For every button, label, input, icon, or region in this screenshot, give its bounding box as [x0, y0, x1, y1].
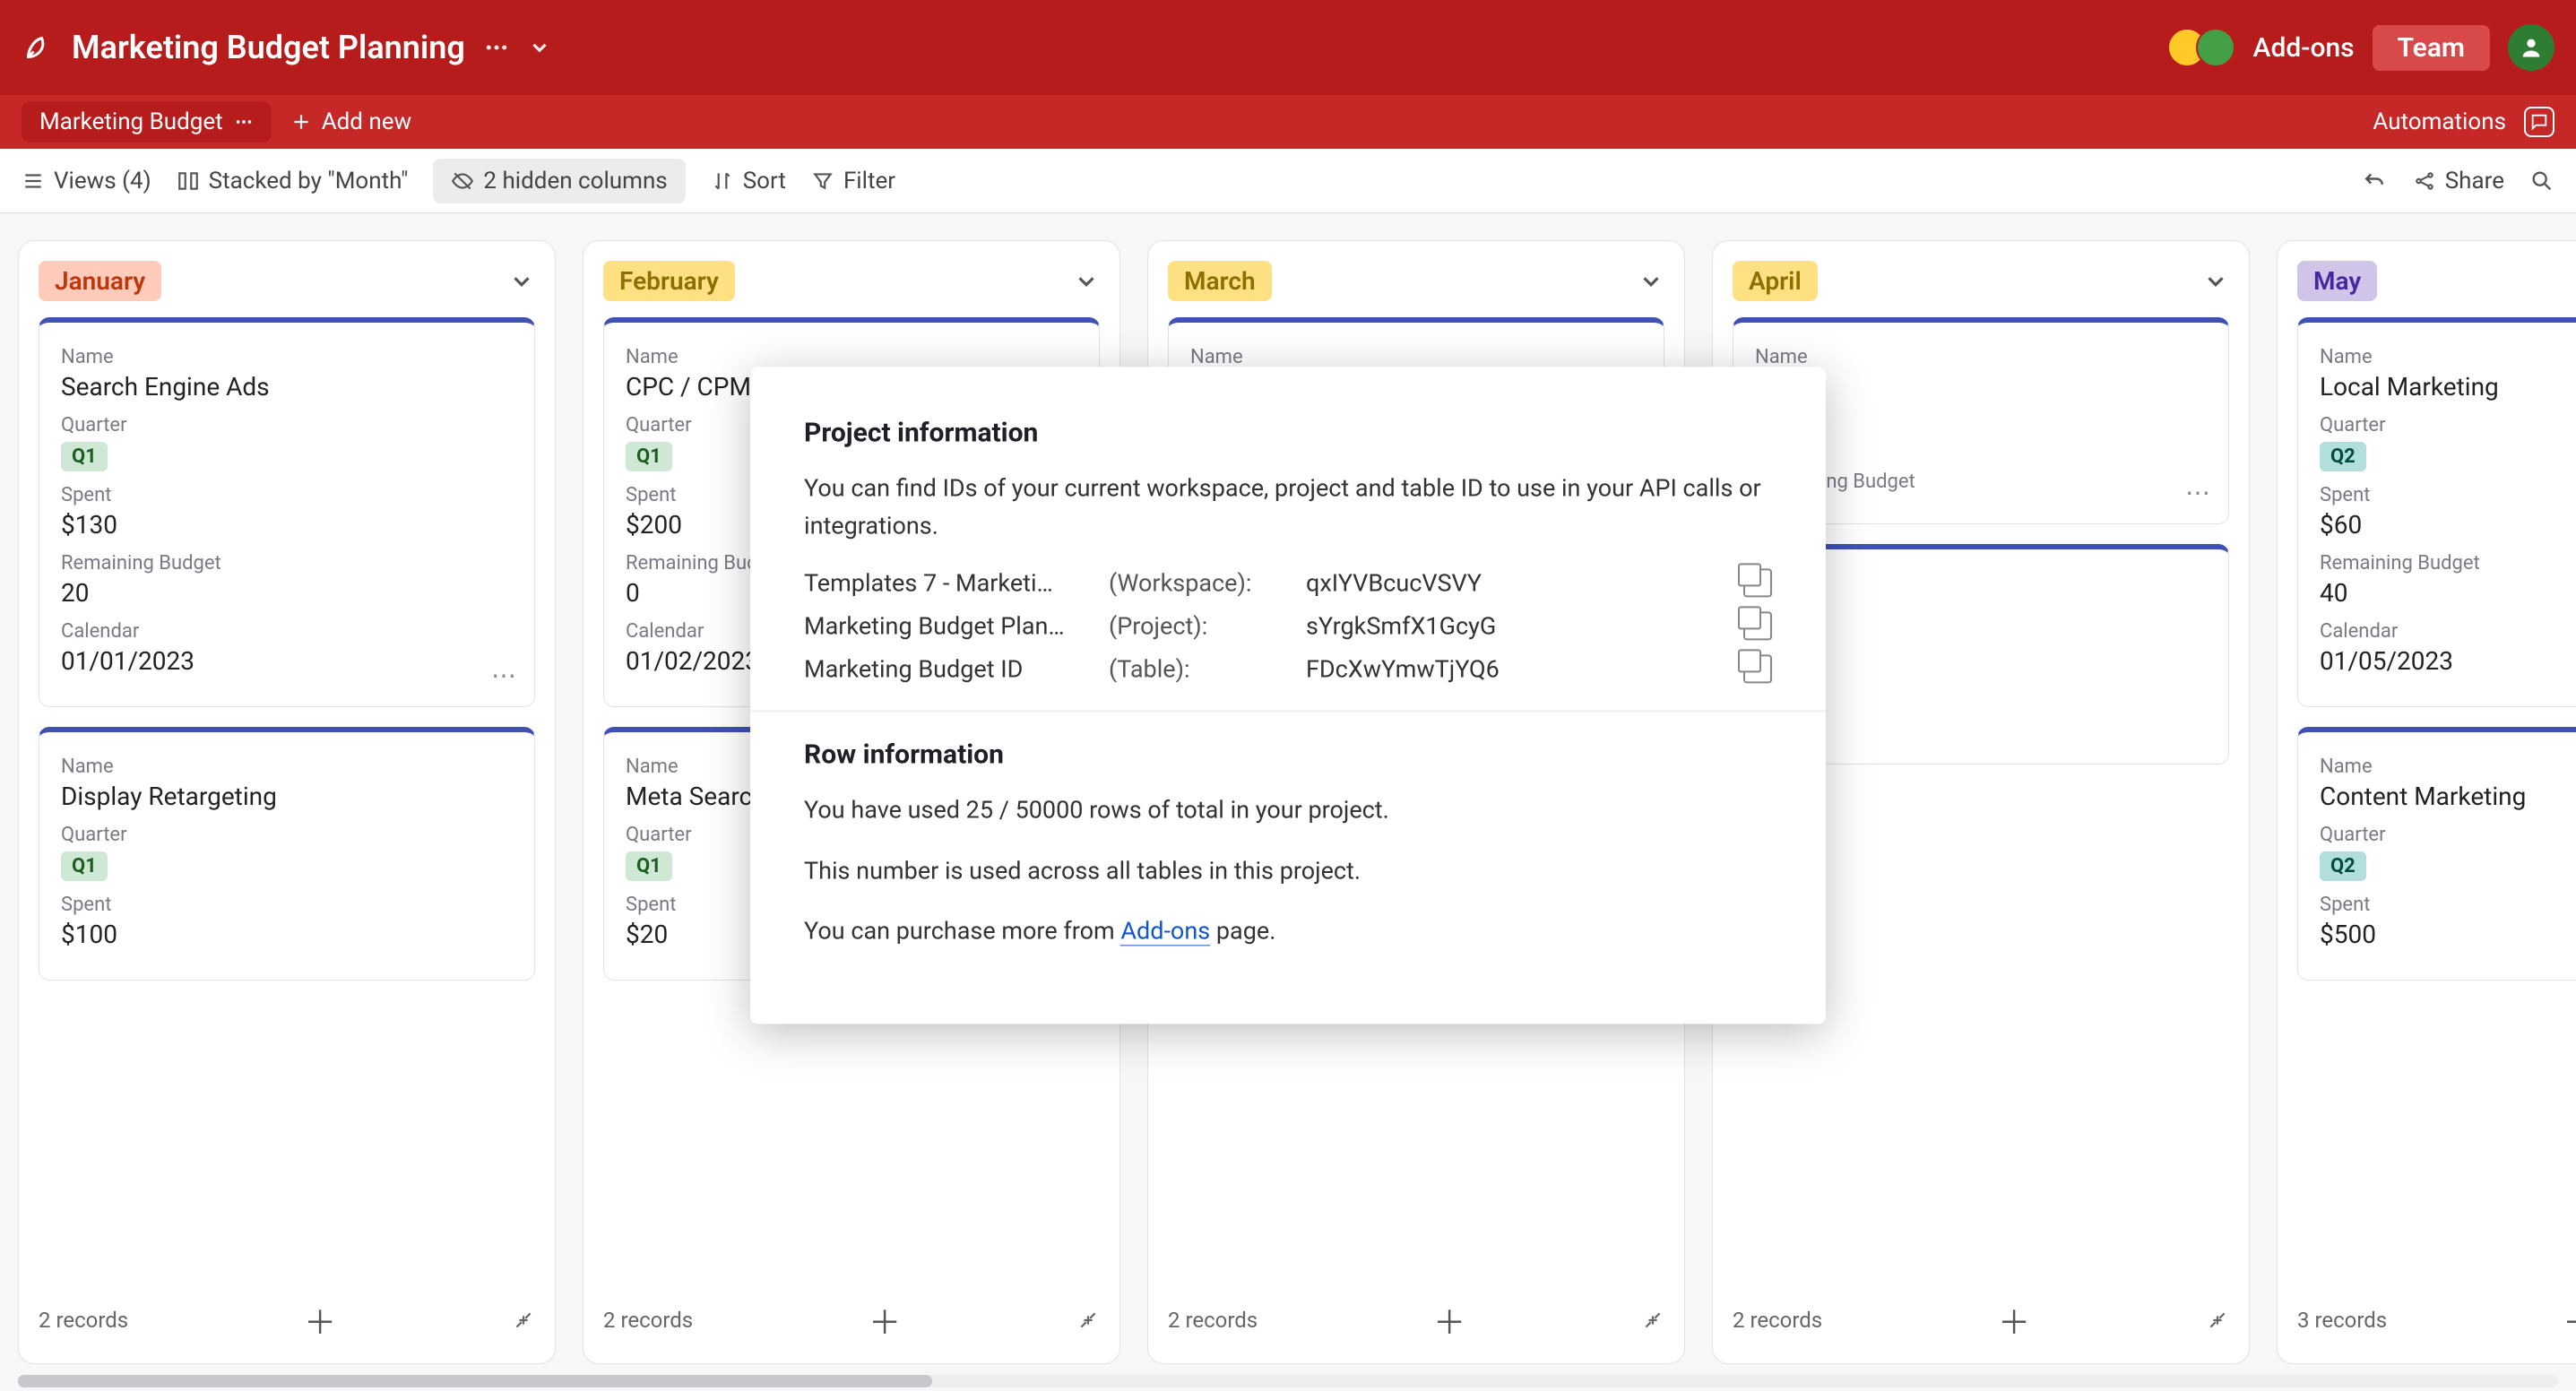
id-row-name: Marketing Budget Plan… — [804, 611, 1109, 640]
row-info-heading: Row information — [804, 739, 1772, 770]
project-info-description: You can find IDs of your current workspa… — [804, 470, 1772, 545]
row-info-purchase: You can purchase more from Add-ons page. — [804, 913, 1772, 951]
addons-link-inline[interactable]: Add-ons — [1120, 917, 1210, 946]
project-info-modal: Project information You can find IDs of … — [750, 367, 1826, 1024]
id-row: Marketing Budget Plan… (Project): sYrgkS… — [804, 611, 1772, 640]
project-info-heading: Project information — [804, 417, 1772, 448]
id-row-name: Marketing Budget ID — [804, 654, 1109, 683]
copy-id-button[interactable] — [1743, 568, 1772, 597]
id-row-value: qxIYVBcucVSVY — [1306, 568, 1718, 597]
id-row-type: (Workspace): — [1109, 568, 1306, 597]
row-info-usage: You have used 25 / 50000 rows of total i… — [804, 791, 1772, 829]
row-info-post: page. — [1210, 917, 1275, 946]
row-info-pre: You can purchase more from — [804, 917, 1120, 946]
id-row-type: (Project): — [1109, 611, 1306, 640]
copy-id-button[interactable] — [1743, 611, 1772, 640]
id-row-value: FDcXwYmwTjYQ6 — [1306, 654, 1718, 683]
id-row-value: sYrgkSmfX1GcyG — [1306, 611, 1718, 640]
id-row: Marketing Budget ID (Table): FDcXwYmwTjY… — [804, 654, 1772, 683]
id-row-name: Templates 7 - Marketi… — [804, 568, 1109, 597]
row-info-note: This number is used across all tables in… — [804, 852, 1772, 890]
id-row-type: (Table): — [1109, 654, 1306, 683]
copy-id-button[interactable] — [1743, 654, 1772, 683]
modal-divider — [750, 710, 1826, 712]
id-row: Templates 7 - Marketi… (Workspace): qxIY… — [804, 568, 1772, 597]
